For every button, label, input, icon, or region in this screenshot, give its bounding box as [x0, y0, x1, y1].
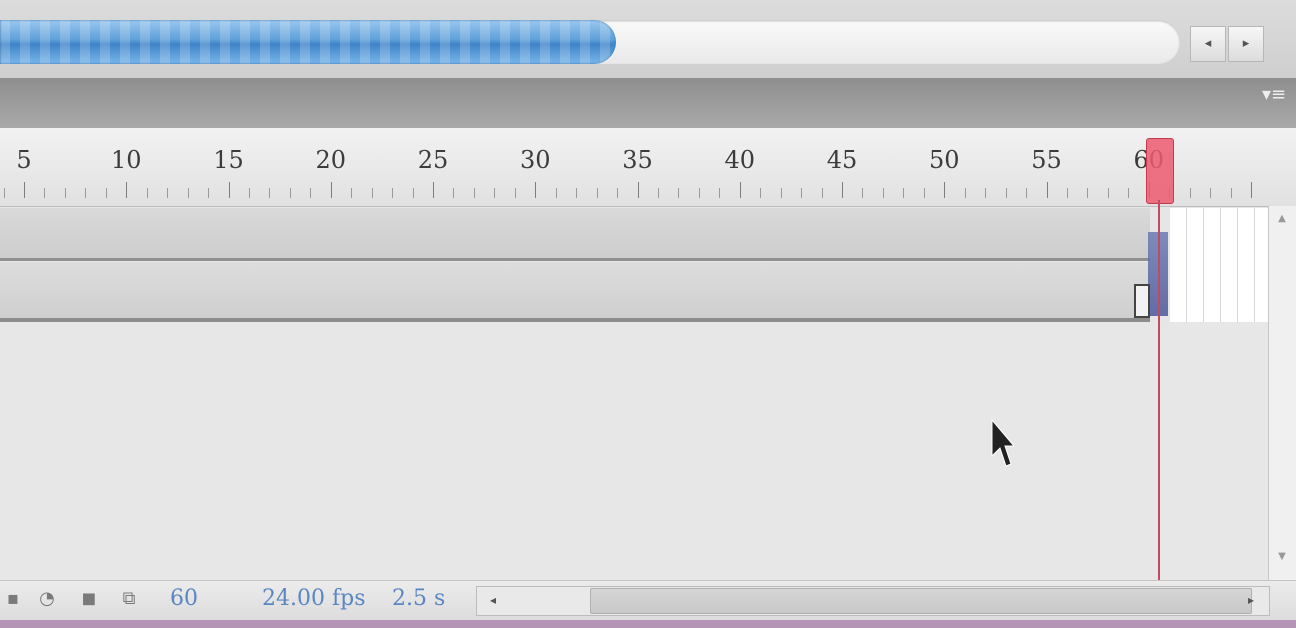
edit-multiple-frames-icon[interactable]: ⧉ — [118, 588, 140, 610]
top-scroll-thumb[interactable] — [0, 20, 616, 64]
ruler-tick — [229, 182, 230, 198]
ruler-tick — [269, 188, 270, 198]
scroll-left-icon[interactable]: ◂ — [478, 588, 508, 612]
ruler-tick — [903, 188, 904, 198]
horizontal-scrollbar-thumb[interactable] — [590, 588, 1252, 614]
onion-skin-icon[interactable]: ◔ — [36, 588, 58, 610]
ruler-tick — [1067, 188, 1068, 198]
ruler-tick — [331, 182, 332, 198]
ruler-tick — [44, 188, 45, 198]
ruler-tick — [1128, 188, 1129, 198]
ruler-tick — [658, 188, 659, 198]
ruler-tick — [556, 188, 557, 198]
onion-skin-outlines-icon[interactable]: ◼ — [78, 588, 100, 610]
ruler-tick — [1026, 188, 1027, 198]
ruler-tick — [1047, 182, 1048, 198]
ruler-tick — [760, 188, 761, 198]
ruler-tick — [310, 188, 311, 198]
ruler-tick — [822, 188, 823, 198]
ruler-tick — [1190, 188, 1191, 198]
ruler-tick — [883, 188, 884, 198]
ruler-tick — [678, 188, 679, 198]
ruler-tick — [842, 182, 843, 198]
ruler-tick — [290, 188, 291, 198]
ruler-tick — [188, 188, 189, 198]
ruler-tick — [965, 188, 966, 198]
ruler-label: 30 — [519, 146, 551, 174]
ruler-tick — [535, 182, 536, 198]
frame-rate-readout[interactable]: 24.00 fps — [262, 586, 366, 611]
ruler-tick — [1108, 188, 1109, 198]
ruler-tick — [638, 182, 639, 198]
ruler-tick — [719, 188, 720, 198]
scroll-left-arrow-icon[interactable]: ◂ — [1190, 26, 1226, 62]
timeline-panel-header — [0, 78, 1296, 128]
ruler-tick — [515, 188, 516, 198]
ruler-tick — [4, 188, 5, 198]
ruler-tick — [862, 188, 863, 198]
scroll-down-arrow-icon[interactable]: ▼ — [1270, 546, 1294, 568]
ruler-tick — [1251, 182, 1252, 198]
ruler-label: 50 — [928, 146, 960, 174]
window-bottom-edge — [0, 620, 1296, 628]
center-frame-icon[interactable]: ▪ — [2, 588, 24, 610]
ruler-label: 5 — [16, 146, 32, 174]
ruler-tick — [474, 188, 475, 198]
timeline-empty-area — [0, 322, 1268, 580]
ruler-tick — [1087, 188, 1088, 198]
ruler-tick — [617, 188, 618, 198]
ruler-tick — [576, 188, 577, 198]
ruler-tick — [985, 188, 986, 198]
ruler-label: 35 — [622, 146, 653, 174]
ruler-tick — [781, 188, 782, 198]
scroll-right-icon[interactable]: ▸ — [1236, 588, 1266, 612]
ruler-tick — [65, 188, 66, 198]
ruler-label: 15 — [213, 146, 244, 174]
ruler-tick — [1006, 188, 1007, 198]
ruler-tick — [494, 188, 495, 198]
ruler-tick — [106, 188, 107, 198]
current-frame-readout[interactable]: 60 — [170, 586, 198, 611]
scroll-up-arrow-icon[interactable]: ▲ — [1270, 208, 1294, 230]
mouse-cursor-icon — [991, 418, 1014, 467]
ruler-label: 10 — [110, 146, 142, 174]
ruler-tick — [249, 188, 250, 198]
ruler-tick — [372, 188, 373, 198]
ruler-tick — [24, 182, 25, 198]
ruler-tick — [208, 188, 209, 198]
layer-row[interactable] — [0, 208, 1150, 261]
ruler-tick — [699, 188, 700, 198]
ruler-tick — [1210, 188, 1211, 198]
ruler-tick — [85, 188, 86, 198]
ruler-tick — [392, 188, 393, 198]
elapsed-time-readout: 2.5 s — [392, 586, 446, 611]
ruler-tick — [147, 188, 148, 198]
ruler-tick — [167, 188, 168, 198]
ruler-tick — [433, 182, 434, 198]
ruler-label: 25 — [417, 146, 449, 174]
scroll-right-arrow-icon[interactable]: ▸ — [1228, 26, 1264, 62]
panel-menu-icon[interactable]: ▾≡ — [1262, 84, 1286, 105]
ruler-tick — [924, 188, 925, 198]
ruler-label: 20 — [315, 146, 347, 174]
playhead-handle[interactable] — [1146, 138, 1174, 204]
ruler-label: 40 — [724, 146, 756, 174]
ruler-tick — [597, 188, 598, 198]
ruler-tick — [740, 182, 741, 198]
ruler-tick — [453, 188, 454, 198]
ruler-tick — [801, 188, 802, 198]
ruler-tick — [944, 182, 945, 198]
playhead-line — [1158, 200, 1160, 582]
ruler-label: 45 — [826, 146, 858, 174]
ruler-label: 55 — [1031, 146, 1062, 174]
keyframe-end-marker[interactable] — [1134, 284, 1150, 318]
ruler-tick — [1231, 188, 1232, 198]
ruler-tick — [126, 182, 127, 198]
empty-frames[interactable] — [1170, 208, 1268, 322]
layer-row[interactable] — [0, 262, 1150, 322]
ruler-tick — [413, 188, 414, 198]
ruler-tick — [351, 188, 352, 198]
vertical-scrollbar[interactable] — [1268, 206, 1296, 580]
